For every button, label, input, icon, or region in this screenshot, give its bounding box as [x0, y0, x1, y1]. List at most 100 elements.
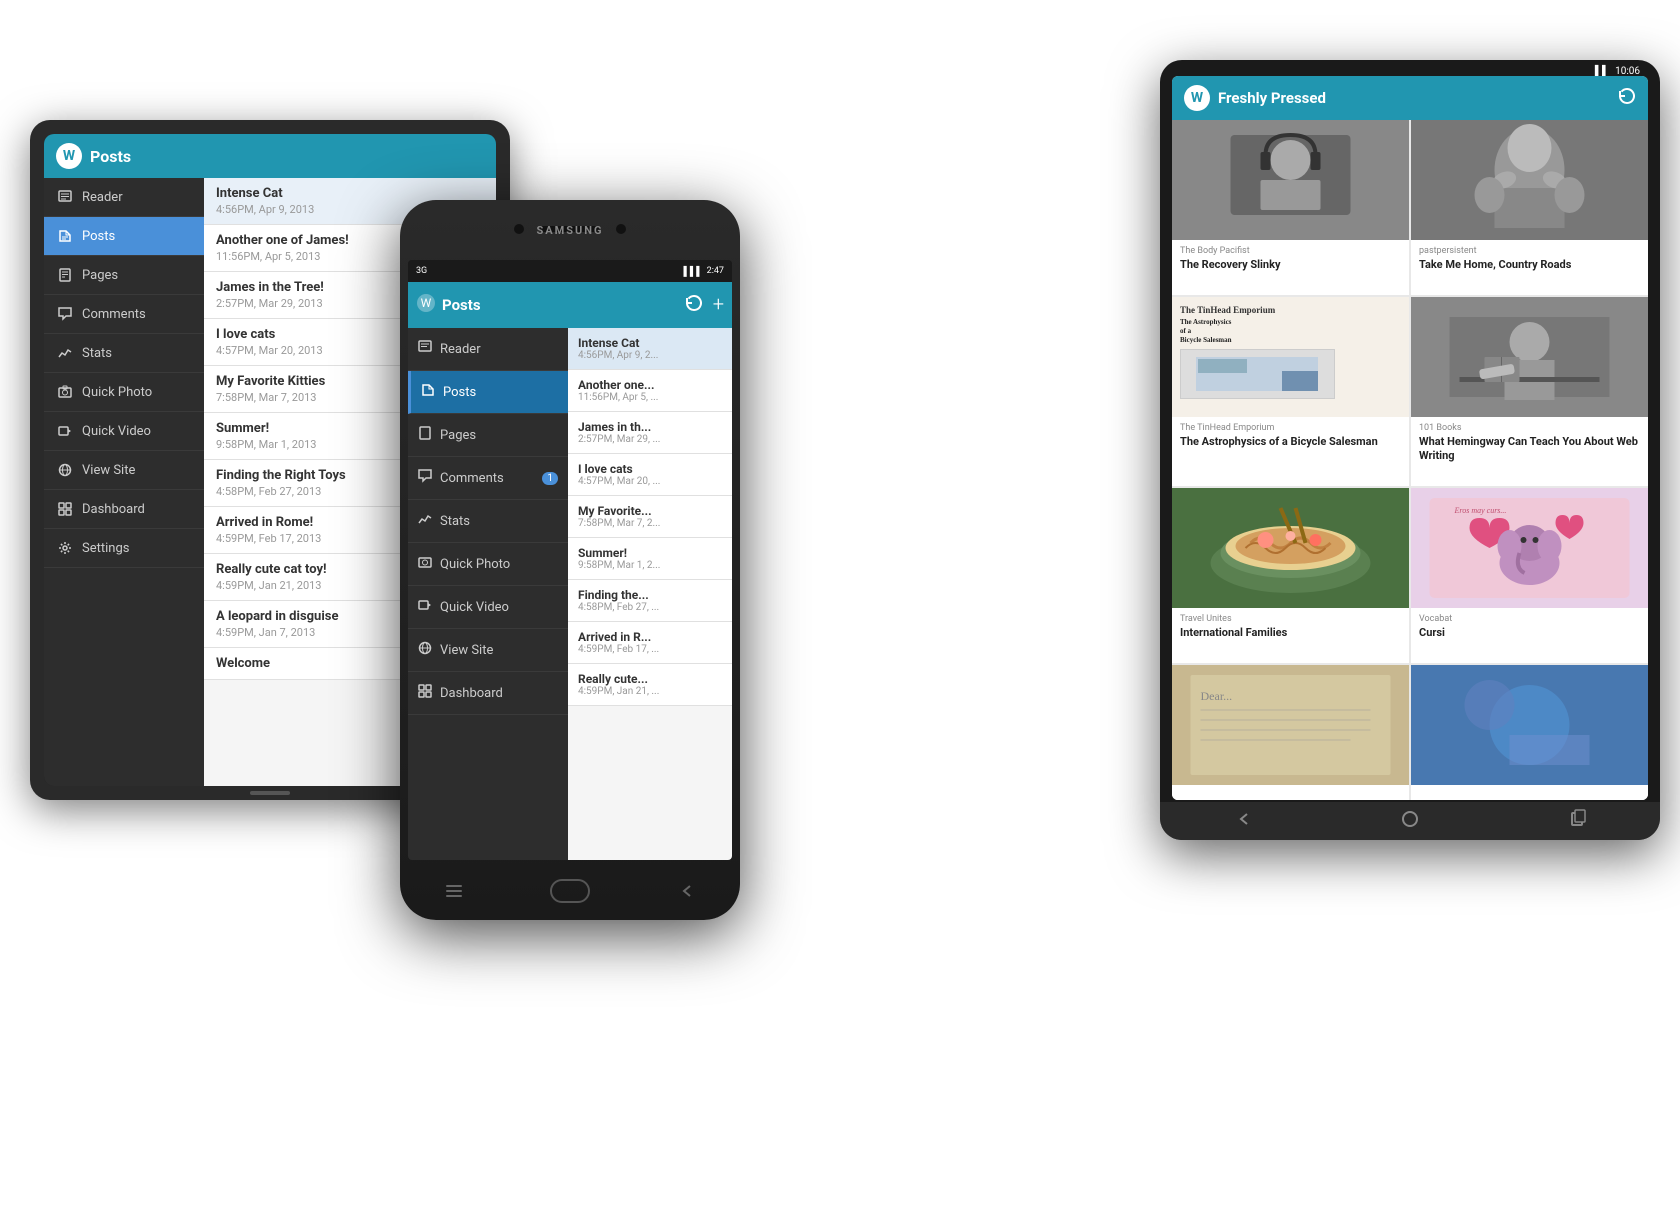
reader-icon	[56, 188, 74, 206]
list-item[interactable]: Arrived in R... 4:59PM, Feb 17, ...	[568, 622, 732, 664]
phone-nav-view-site[interactable]: View Site	[408, 629, 568, 672]
grid-card-body-pacifist[interactable]: The Body Pacifist The Recovery Slinky	[1172, 120, 1409, 295]
sidebar-item-quick-photo[interactable]: Quick Photo	[44, 373, 204, 412]
card-subtitle-travel: Travel Unites	[1180, 614, 1401, 624]
phone-center: SAMSUNG 3G ▌▌▌ 2:47 W Posts	[400, 200, 740, 920]
comments-icon	[56, 305, 74, 323]
sidebar-item-settings[interactable]: Settings	[44, 529, 204, 568]
grid-card-vocabat[interactable]: Eros may curs... Vocabat Cursi	[1411, 488, 1648, 663]
svg-text:W: W	[421, 296, 432, 310]
sidebar-item-pages[interactable]: Pages	[44, 256, 204, 295]
freshly-pressed-grid: The Body Pacifist The Recovery Slinky	[1172, 120, 1648, 800]
list-item[interactable]: I love cats 4:57PM, Mar 20, ...	[568, 454, 732, 496]
phone-header-actions: +	[685, 294, 724, 316]
card-subtitle-hemingway: 101 Books	[1419, 423, 1640, 433]
phone-nav-stats[interactable]: Stats	[408, 500, 568, 543]
phone-brand: SAMSUNG	[536, 224, 603, 237]
phone-nav-posts-icon	[421, 383, 435, 401]
grid-card-tinhead[interactable]: The TinHead Emporium The Astrophysicsof …	[1172, 297, 1409, 486]
phone-network: 3G	[416, 266, 427, 276]
grid-card-partial2[interactable]	[1411, 665, 1648, 800]
phone-refresh-icon[interactable]	[685, 294, 703, 316]
sidebar-item-view-site[interactable]: View Site	[44, 451, 204, 490]
card-image-vocabat: Eros may curs...	[1411, 488, 1648, 608]
tablet-right-recent-button[interactable]	[1567, 809, 1587, 833]
tablet-right-home-button[interactable]	[1400, 809, 1420, 833]
grid-card-take-me-home[interactable]: pastpersistent Take Me Home, Country Roa…	[1411, 120, 1648, 295]
phone-back-hw-button[interactable]	[674, 879, 698, 903]
grid-card-travel[interactable]: Travel Unites International Families	[1172, 488, 1409, 663]
phone-menu-button[interactable]	[442, 879, 466, 903]
sidebar-item-reader[interactable]: Reader	[44, 178, 204, 217]
phone-nav: Reader Posts	[408, 328, 568, 860]
list-item[interactable]: My Favorite... 7:58PM, Mar 7, 2...	[568, 496, 732, 538]
phone-camera	[514, 224, 524, 234]
card-image-travel	[1172, 488, 1409, 608]
phone-nav-comments[interactable]: Comments 1	[408, 457, 568, 500]
list-item[interactable]: Really cute... 4:59PM, Jan 21, ...	[568, 664, 732, 706]
sidebar-item-comments[interactable]: Comments	[44, 295, 204, 334]
sidebar-item-stats[interactable]: Stats	[44, 334, 204, 373]
list-item[interactable]: Intense Cat 4:56PM, Apr 9, 2...	[568, 328, 732, 370]
card-title-vocabat: Cursi	[1419, 626, 1640, 640]
phone-nav-pages[interactable]: Pages	[408, 414, 568, 457]
svg-text:Dear...: Dear...	[1201, 689, 1233, 703]
card-title-hemingway: What Hemingway Can Teach You About Web W…	[1419, 435, 1640, 464]
tablet-left-header: W Posts	[44, 134, 496, 178]
phone-nav-reader[interactable]: Reader	[408, 328, 568, 371]
dashboard-icon	[56, 500, 74, 518]
phone-home-button[interactable]	[550, 879, 590, 903]
view-site-icon	[56, 461, 74, 479]
card-title-travel: International Families	[1180, 626, 1401, 640]
svg-text:Eros may curs...: Eros may curs...	[1454, 506, 1507, 515]
tablet-right-header: W Freshly Pressed	[1172, 76, 1648, 120]
phone-nav-dashboard[interactable]: Dashboard	[408, 672, 568, 715]
phone-nav-pages-icon	[418, 426, 432, 444]
grid-card-hemingway[interactable]: 101 Books What Hemingway Can Teach You A…	[1411, 297, 1648, 486]
card-title-take-me-home: Take Me Home, Country Roads	[1419, 258, 1640, 272]
phone-nav-reader-icon	[418, 340, 432, 358]
sidebar-item-quick-video[interactable]: Quick Video	[44, 412, 204, 451]
phone-nav-view-site-icon	[418, 641, 432, 659]
tablet-right-bottom-bar	[1160, 802, 1660, 840]
card-image-hemingway	[1411, 297, 1648, 417]
card-image-body-pacifist	[1172, 120, 1409, 240]
phone-camera-2	[616, 224, 626, 234]
sidebar-item-posts[interactable]: Posts	[44, 217, 204, 256]
list-item[interactable]: Another one... 11:56PM, Apr 5, ...	[568, 370, 732, 412]
quick-video-icon	[56, 422, 74, 440]
phone-nav-quick-photo[interactable]: Quick Photo	[408, 543, 568, 586]
tablet-left-sidebar: Reader Posts	[44, 178, 204, 786]
card-subtitle-body-pacifist: The Body Pacifist	[1180, 246, 1401, 256]
card-title-body-pacifist: The Recovery Slinky	[1180, 258, 1401, 272]
list-item[interactable]: Summer! 9:58PM, Mar 1, 2...	[568, 538, 732, 580]
phone-posts-list: Intense Cat 4:56PM, Apr 9, 2... Another …	[568, 328, 732, 860]
sidebar-item-dashboard[interactable]: Dashboard	[44, 490, 204, 529]
quick-photo-icon	[56, 383, 74, 401]
card-image-partial2	[1411, 665, 1648, 785]
wp-logo-left: W	[56, 143, 82, 169]
tablet-right-refresh-icon[interactable]	[1618, 87, 1636, 109]
card-image-take-me-home	[1411, 120, 1648, 240]
pages-icon	[56, 266, 74, 284]
list-item[interactable]: Finding the... 4:58PM, Feb 27, ...	[568, 580, 732, 622]
posts-icon	[56, 227, 74, 245]
list-item[interactable]: James in th... 2:57PM, Mar 29, ...	[568, 412, 732, 454]
stats-icon	[56, 344, 74, 362]
phone-nav-dashboard-icon	[418, 684, 432, 702]
settings-icon	[56, 539, 74, 557]
tablet-right-back-button[interactable]	[1233, 809, 1253, 833]
phone-nav-posts[interactable]: Posts	[408, 371, 568, 414]
phone-nav-quick-video[interactable]: Quick Video	[408, 586, 568, 629]
phone-nav-quick-photo-icon	[418, 555, 432, 573]
phone-add-icon[interactable]: +	[713, 294, 724, 316]
phone-header-title: Posts	[442, 296, 679, 314]
phone-bottom-bar	[400, 862, 740, 920]
card-image-partial1: Dear...	[1172, 665, 1409, 785]
phone-back-button[interactable]: W	[416, 293, 436, 317]
tablet-right: ▌▌ 10:06 W Freshly Pressed	[1160, 60, 1660, 840]
grid-card-partial1[interactable]: Dear...	[1172, 665, 1409, 800]
phone-nav-quick-video-icon	[418, 598, 432, 616]
card-subtitle-take-me-home: pastpersistent	[1419, 246, 1640, 256]
phone-app-header: W Posts +	[408, 282, 732, 328]
